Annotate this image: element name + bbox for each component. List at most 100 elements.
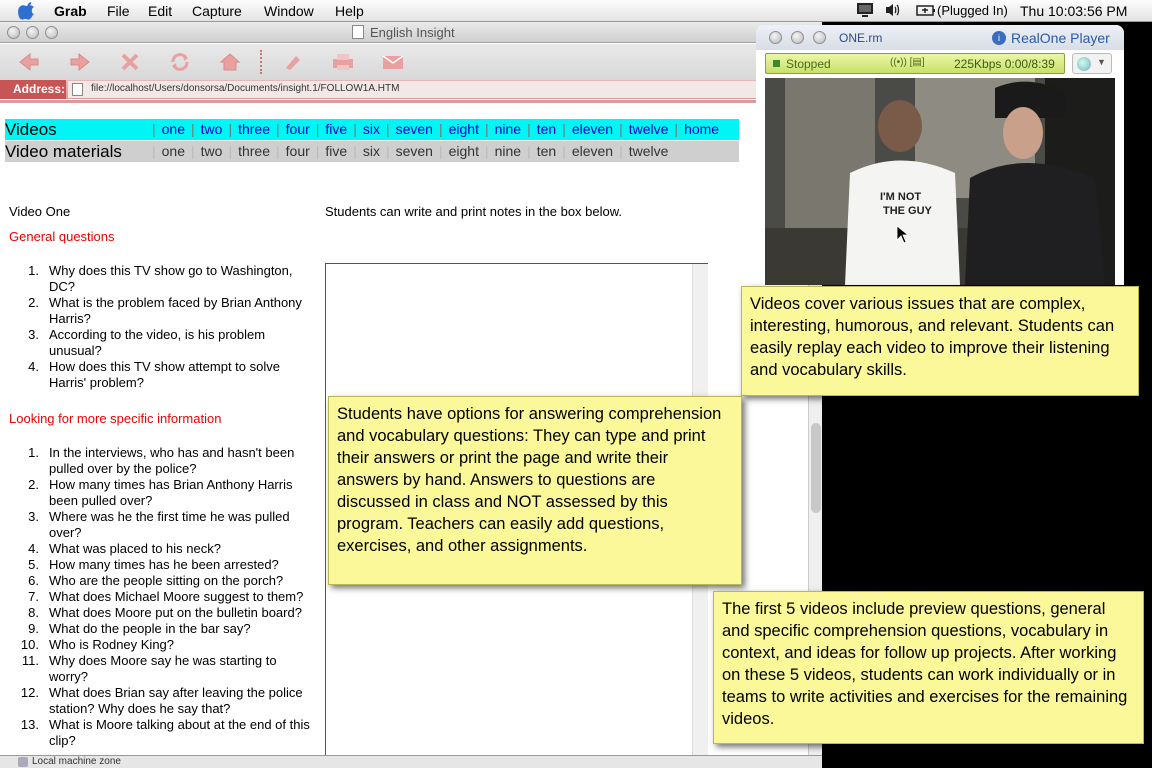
video-link-twelve[interactable]: twelve [626, 121, 672, 137]
close-button[interactable] [7, 26, 20, 39]
video-link-four[interactable]: four [283, 121, 313, 137]
address-url[interactable]: file://localhost/Users/donsorsa/Document… [91, 83, 399, 94]
material-link-nine[interactable]: nine [492, 143, 524, 159]
video-still: I'M NOT THE GUY [765, 78, 1115, 285]
material-link-three[interactable]: three [235, 143, 273, 159]
apple-icon[interactable] [18, 2, 36, 20]
status-text: Local machine zone [32, 756, 121, 767]
material-link-six[interactable]: six [360, 143, 383, 159]
page-scroll-thumb[interactable] [811, 423, 821, 513]
material-link-four[interactable]: four [283, 143, 313, 159]
menu-file[interactable]: File [107, 2, 130, 20]
address-field[interactable]: file://localhost/Users/donsorsa/Document… [68, 81, 822, 98]
video-link-nine[interactable]: nine [492, 121, 524, 137]
globe-dropdown[interactable]: ▼ [1072, 53, 1112, 74]
list-item: According to the video, is his problem u… [9, 327, 266, 358]
address-label: Address: [0, 80, 66, 99]
material-link-twelve[interactable]: twelve [626, 143, 672, 159]
list-item: What was placed to his neck? [9, 541, 221, 557]
list-item: What does Michael Moore suggest to them? [9, 589, 304, 605]
list-item: What does Moore put on the bulletin boar… [9, 605, 302, 621]
video-link-eight[interactable]: eight [446, 121, 482, 137]
callout-answer-options: Students have options for answering comp… [328, 396, 742, 585]
player-zoom-button[interactable] [813, 31, 826, 44]
menu-app-name[interactable]: Grab [54, 2, 87, 20]
list-item: What does Brian say after leaving the po… [9, 685, 303, 716]
player-status-panel: Stopped ((•)) [▤] 225Kbps 0:00/8:39 [765, 53, 1065, 74]
material-link-eight[interactable]: eight [446, 143, 482, 159]
zone-icon [18, 757, 28, 767]
volume-icon[interactable] [884, 2, 902, 23]
display-icon[interactable] [856, 2, 874, 23]
list-item: How many times has Brian Anthony Harris … [9, 477, 293, 508]
callout-first-five-videos: The first 5 videos include preview quest… [713, 591, 1144, 744]
videos-nav-links: | one | two | three | four | five | six | seven | eight… [149, 121, 722, 138]
player-file-title: ONE.rm [839, 31, 883, 45]
page-icon [72, 83, 83, 96]
material-link-eleven[interactable]: eleven [569, 143, 616, 159]
menu-bar: Grab File Edit Capture Window Help (Plug… [0, 0, 1152, 22]
minimize-button[interactable] [26, 26, 39, 39]
callout-video-info: Videos cover various issues that are com… [741, 286, 1139, 396]
print-icon[interactable] [330, 49, 356, 75]
menu-clock[interactable]: Thu 10:03:56 PM [1020, 2, 1127, 20]
player-close-button[interactable] [769, 31, 782, 44]
list-item: What is the problem faced by Brian Antho… [9, 295, 302, 326]
stop-icon[interactable] [117, 49, 143, 75]
chevron-down-icon: ▼ [1097, 57, 1106, 67]
list-item: Who are the people sitting on the porch? [9, 573, 284, 589]
stop-indicator-icon [773, 60, 780, 67]
toolbar-divider [260, 50, 262, 74]
material-link-five[interactable]: five [322, 143, 350, 159]
globe-icon [1077, 57, 1091, 71]
list-item: Who is Rodney King? [9, 637, 175, 653]
realone-player-window: ONE.rm i RealOne Player Stopped ((•)) [▤… [756, 25, 1124, 285]
video-link-home[interactable]: home [681, 121, 722, 137]
video-link-ten[interactable]: ten [534, 121, 559, 137]
material-link-one[interactable]: one [159, 143, 188, 159]
refresh-icon[interactable] [167, 49, 193, 75]
video-frame[interactable]: I'M NOT THE GUY [765, 78, 1115, 285]
video-link-two[interactable]: two [198, 121, 226, 137]
menu-help[interactable]: Help [335, 2, 364, 20]
battery-icon[interactable] [916, 2, 936, 23]
forward-icon[interactable] [67, 49, 93, 75]
general-questions-heading: General questions [9, 229, 115, 244]
material-link-ten[interactable]: ten [534, 143, 559, 159]
menu-window[interactable]: Window [264, 2, 314, 20]
player-rate-time: 225Kbps 0:00/8:39 [954, 57, 1055, 71]
general-questions-list: Why does this TV show go to Washington, … [9, 263, 317, 391]
player-minimize-button[interactable] [791, 31, 804, 44]
specific-questions-list: In the interviews, who has and hasn't be… [9, 445, 317, 749]
list-item: In the interviews, who has and hasn't be… [9, 445, 295, 476]
home-icon[interactable] [217, 49, 243, 75]
video-link-six[interactable]: six [360, 121, 383, 137]
menu-capture[interactable]: Capture [192, 2, 242, 20]
materials-nav-title: Video materials [5, 142, 122, 161]
videos-nav-bar: Videos | one | two | three | four | five | six | seve… [5, 119, 739, 140]
player-title-bar[interactable]: ONE.rm i RealOne Player [756, 25, 1124, 50]
menu-edit[interactable]: Edit [148, 2, 172, 20]
list-item: How many times has he been arrested? [9, 557, 279, 573]
list-item: What is Moore talking about at the end o… [9, 717, 310, 748]
autofill-icon[interactable] [280, 49, 306, 75]
browser-title-bar[interactable]: English Insight [0, 22, 822, 43]
address-bar: Address: file://localhost/Users/donsorsa… [0, 80, 822, 99]
material-link-two[interactable]: two [198, 143, 226, 159]
video-link-one[interactable]: one [159, 121, 188, 137]
list-item: Why does Moore say he was starting to wo… [9, 653, 277, 684]
video-link-five[interactable]: five [322, 121, 350, 137]
video-title: Video One [9, 204, 71, 219]
window-title: English Insight [370, 25, 455, 40]
zoom-button[interactable] [45, 26, 58, 39]
back-icon[interactable] [16, 49, 42, 75]
video-link-seven[interactable]: seven [393, 121, 436, 137]
video-link-three[interactable]: three [235, 121, 273, 137]
list-item: Why does this TV show go to Washington, … [9, 263, 293, 294]
power-status: (Plugged In) [937, 3, 1008, 18]
material-link-seven[interactable]: seven [393, 143, 436, 159]
mail-icon[interactable] [380, 49, 406, 75]
video-link-eleven[interactable]: eleven [569, 121, 616, 137]
list-item: Where was he the first time he was pulle… [9, 509, 290, 540]
browser-toolbar [0, 44, 822, 80]
